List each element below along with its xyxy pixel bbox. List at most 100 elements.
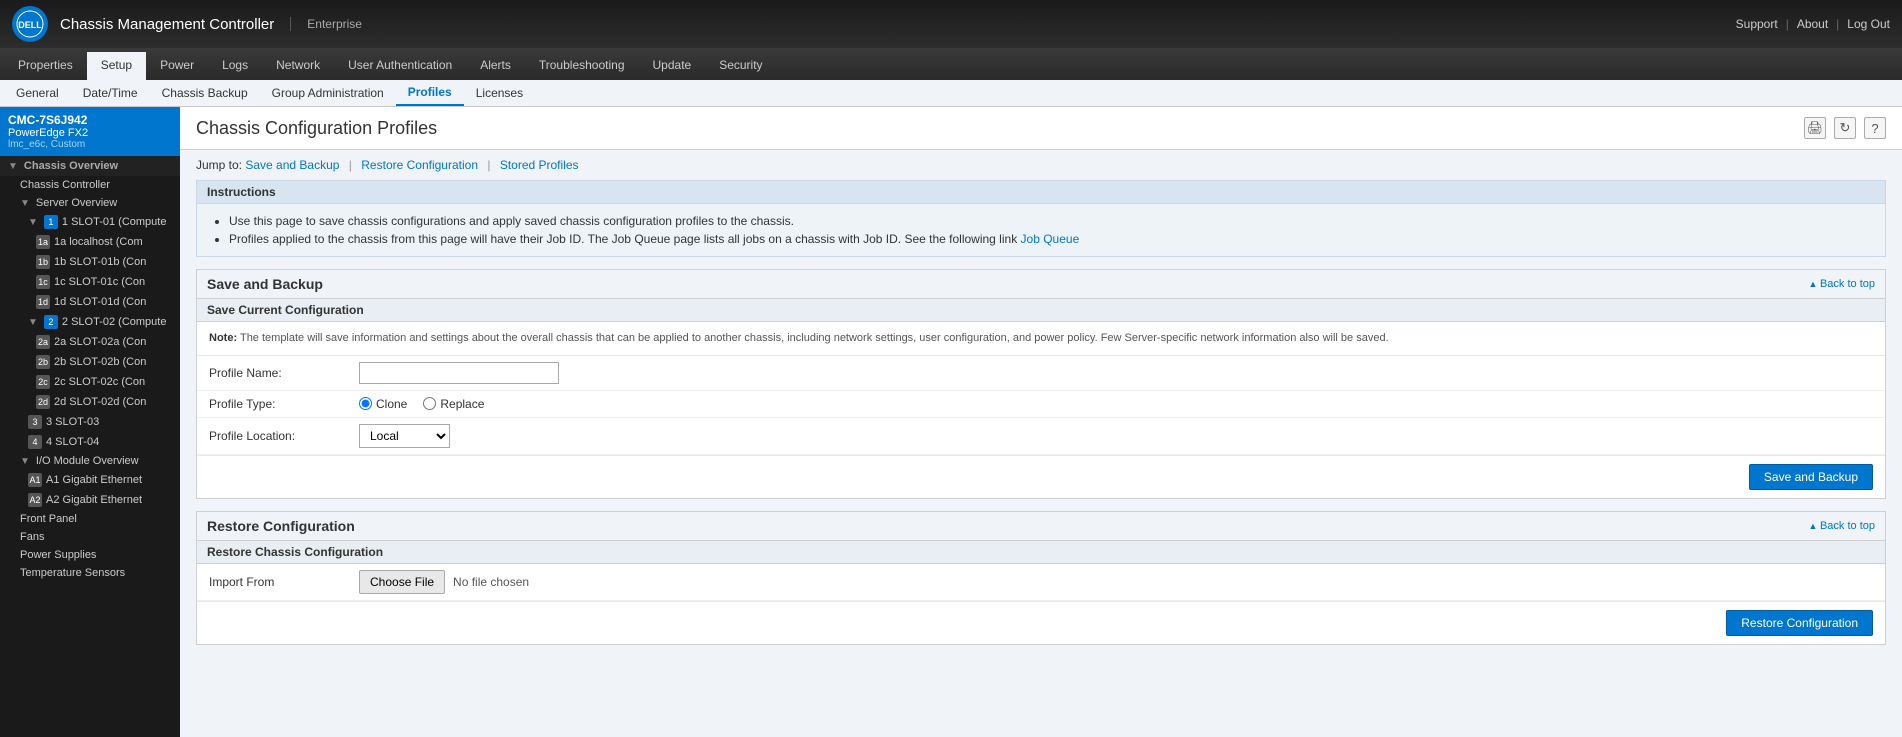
replace-radio[interactable] <box>423 397 436 410</box>
tab-logs[interactable]: Logs <box>208 52 262 80</box>
refresh-button[interactable]: ↻ <box>1834 117 1856 139</box>
import-from-control: Choose File No file chosen <box>359 570 529 594</box>
sidebar-item-a1[interactable]: A1 A1 Gigabit Ethernet <box>0 470 180 490</box>
profile-location-label: Profile Location: <box>209 429 359 443</box>
instructions-header: Instructions <box>197 181 1885 204</box>
support-link[interactable]: Support <box>1736 17 1778 31</box>
restore-btn-row: Restore Configuration <box>197 601 1885 644</box>
sub-nav: General Date/Time Chassis Backup Group A… <box>0 80 1902 107</box>
subtab-chassis-backup[interactable]: Chassis Backup <box>150 81 260 105</box>
tab-setup[interactable]: Setup <box>87 52 146 80</box>
save-backup-back-to-top[interactable]: Back to top <box>1809 278 1875 290</box>
replace-radio-label[interactable]: Replace <box>423 397 484 411</box>
jump-to-save-backup[interactable]: Save and Backup <box>245 158 339 172</box>
slot-badge: 1a <box>36 235 50 249</box>
device-info: CMC-7S6J942 PowerEdge FX2 lmc_e6c, Custo… <box>0 107 180 156</box>
save-backup-section: Save and Backup Back to top Save Current… <box>196 269 1886 499</box>
device-model: PowerEdge FX2 <box>8 127 172 139</box>
tab-properties[interactable]: Properties <box>4 52 87 80</box>
tab-security[interactable]: Security <box>705 52 776 80</box>
sidebar-item-chassis-controller[interactable]: Chassis Controller <box>0 176 180 194</box>
sidebar-item-slot02[interactable]: ▼ 2 2 SLOT-02 (Compute <box>0 312 180 332</box>
profile-location-select[interactable]: Local Remote <box>359 424 450 448</box>
sidebar-item-power-supplies[interactable]: Power Supplies <box>0 546 180 564</box>
subtab-licenses[interactable]: Licenses <box>464 81 535 105</box>
slot-badge: 1b <box>36 255 50 269</box>
clone-radio-label[interactable]: Clone <box>359 397 407 411</box>
job-queue-link[interactable]: Job Queue <box>1021 232 1080 246</box>
profile-type-row: Profile Type: Clone Replace <box>197 391 1885 418</box>
page-title: Chassis Configuration Profiles <box>196 118 437 139</box>
sidebar-item-fans[interactable]: Fans <box>0 528 180 546</box>
sidebar-item-1d[interactable]: 1d 1d SLOT-01d (Con <box>0 292 180 312</box>
save-backup-title: Save and Backup <box>207 276 323 292</box>
sidebar-item-1b[interactable]: 1b 1b SLOT-01b (Con <box>0 252 180 272</box>
clone-label: Clone <box>376 397 407 411</box>
sidebar-item-slot04[interactable]: 4 4 SLOT-04 <box>0 432 180 452</box>
profile-type-control: Clone Replace <box>359 397 484 411</box>
header: DELL Chassis Management Controller Enter… <box>0 0 1902 48</box>
help-button[interactable]: ? <box>1864 117 1886 139</box>
slot-badge: 1 <box>44 215 58 229</box>
sidebar-item-chassis-overview[interactable]: ▼ Chassis Overview <box>0 156 180 176</box>
save-current-config-header: Save Current Configuration <box>197 299 1885 322</box>
slot-badge: 2b <box>36 355 50 369</box>
tab-troubleshooting[interactable]: Troubleshooting <box>525 52 639 80</box>
sidebar-item-2d[interactable]: 2d 2d SLOT-02d (Con <box>0 392 180 412</box>
logout-link[interactable]: Log Out <box>1847 17 1890 31</box>
subtab-group-admin[interactable]: Group Administration <box>260 81 396 105</box>
sidebar-item-1a[interactable]: 1a 1a localhost (Com <box>0 232 180 252</box>
save-backup-btn-row: Save and Backup <box>197 455 1885 498</box>
svg-text:DELL: DELL <box>18 20 42 30</box>
profile-name-row: Profile Name: <box>197 356 1885 391</box>
main-nav: Properties Setup Power Logs Network User… <box>0 48 1902 80</box>
sidebar-item-front-panel[interactable]: Front Panel <box>0 510 180 528</box>
restore-configuration-button[interactable]: Restore Configuration <box>1726 610 1873 636</box>
sidebar-item-io-module[interactable]: ▼ I/O Module Overview <box>0 452 180 470</box>
tab-power[interactable]: Power <box>146 52 208 80</box>
slot-badge: 1c <box>36 275 50 289</box>
slot-badge: 4 <box>28 435 42 449</box>
page-layout: CMC-7S6J942 PowerEdge FX2 lmc_e6c, Custo… <box>0 107 1902 737</box>
import-from-label: Import From <box>209 575 359 589</box>
sidebar-item-slot03[interactable]: 3 3 SLOT-03 <box>0 412 180 432</box>
jump-to-restore-config[interactable]: Restore Configuration <box>361 158 478 172</box>
slot-badge: 2c <box>36 375 50 389</box>
jump-to-stored-profiles[interactable]: Stored Profiles <box>500 158 579 172</box>
subtab-profiles[interactable]: Profiles <box>396 80 464 106</box>
instructions-body: Use this page to save chassis configurat… <box>197 204 1885 256</box>
tab-user-auth[interactable]: User Authentication <box>334 52 466 80</box>
restore-config-title: Restore Configuration <box>207 518 355 534</box>
save-and-backup-button[interactable]: Save and Backup <box>1749 464 1873 490</box>
profile-location-control: Local Remote <box>359 424 450 448</box>
device-sub: lmc_e6c, Custom <box>8 139 172 150</box>
sidebar-item-slot01[interactable]: ▼ 1 1 SLOT-01 (Compute <box>0 212 180 232</box>
choose-file-button[interactable]: Choose File <box>359 570 445 594</box>
tab-update[interactable]: Update <box>639 52 706 80</box>
print-button[interactable]: 🖨 <box>1804 117 1826 139</box>
chevron-down-icon: ▼ <box>20 456 30 467</box>
sidebar-item-server-overview[interactable]: ▼ Server Overview <box>0 194 180 212</box>
sidebar-item-2c[interactable]: 2c 2c SLOT-02c (Con <box>0 372 180 392</box>
sidebar-item-2b[interactable]: 2b 2b SLOT-02b (Con <box>0 352 180 372</box>
tab-alerts[interactable]: Alerts <box>466 52 525 80</box>
about-link[interactable]: About <box>1797 17 1828 31</box>
sidebar-item-temp-sensors[interactable]: Temperature Sensors <box>0 564 180 582</box>
tab-network[interactable]: Network <box>262 52 334 80</box>
profile-name-input[interactable] <box>359 362 559 384</box>
subtab-general[interactable]: General <box>4 81 71 105</box>
slot-badge: 2 <box>44 315 58 329</box>
header-actions: 🖨 ↻ ? <box>1804 117 1886 139</box>
sidebar-item-1c[interactable]: 1c 1c SLOT-01c (Con <box>0 272 180 292</box>
chevron-down-icon: ▼ <box>8 161 18 172</box>
sidebar-item-2a[interactable]: 2a 2a SLOT-02a (Con <box>0 332 180 352</box>
clone-radio[interactable] <box>359 397 372 410</box>
content-header: Chassis Configuration Profiles 🖨 ↻ ? <box>180 107 1902 150</box>
save-note: Note: The template will save information… <box>197 322 1885 356</box>
sidebar-item-a2[interactable]: A2 A2 Gigabit Ethernet <box>0 490 180 510</box>
subtab-datetime[interactable]: Date/Time <box>71 81 150 105</box>
slot-badge: 3 <box>28 415 42 429</box>
instruction-item-1: Use this page to save chassis configurat… <box>229 212 1869 230</box>
slot-badge: 1d <box>36 295 50 309</box>
restore-back-to-top[interactable]: Back to top <box>1809 520 1875 532</box>
